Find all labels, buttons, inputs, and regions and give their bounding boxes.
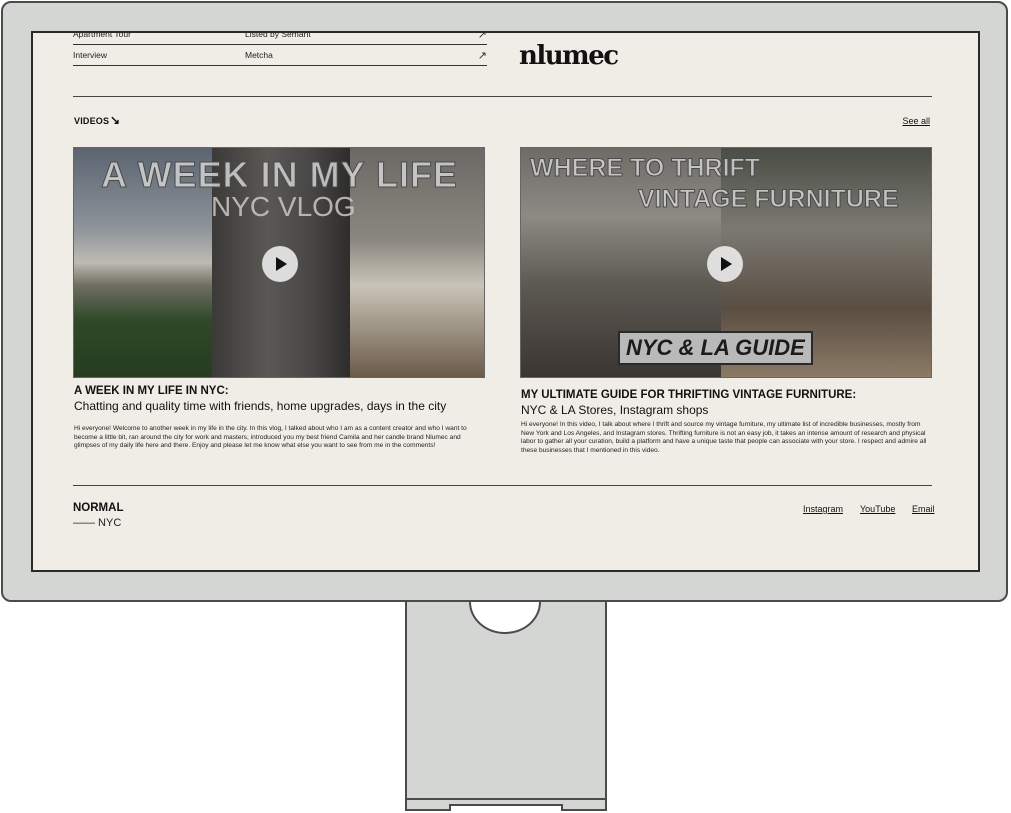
footer-location: —— NYC — [73, 517, 122, 529]
press-row[interactable]: Interview Metcha ↗ — [73, 45, 487, 66]
press-outlet: Listed by Semant — [245, 31, 311, 39]
play-icon[interactable] — [262, 246, 298, 282]
divider — [73, 96, 932, 97]
video-2-description: Hi everyone! In this video, I talk about… — [521, 421, 927, 454]
video-1-title[interactable]: A WEEK IN MY LIFE IN NYC: — [74, 385, 229, 397]
stand-foot-left — [405, 804, 451, 811]
brand-logo[interactable]: nlumec — [519, 41, 619, 71]
footer-link-instagram[interactable]: Instagram — [803, 504, 843, 514]
play-icon[interactable] — [707, 246, 743, 282]
footer-link-youtube[interactable]: YouTube — [860, 504, 895, 514]
video-thumbnail-2[interactable]: WHERE TO THRIFT VINTAGE FURNITURE NYC & … — [520, 147, 932, 378]
arrow-up-right-icon: ↗ — [477, 49, 487, 62]
video-2-subtitle: NYC & LA Stores, Instagram shops — [521, 403, 709, 417]
stand-foot-right — [561, 804, 607, 811]
video-1-subtitle: Chatting and quality time with friends, … — [74, 399, 447, 413]
thumb-overlay-badge: NYC & LA GUIDE — [618, 331, 813, 365]
arrow-up-right-icon: ↗ — [477, 31, 487, 41]
screen: Apartment Tour Listed by Semant ↗ Interv… — [31, 31, 980, 572]
thumb-overlay-title-line2: VINTAGE FURNITURE — [638, 185, 900, 214]
press-type: Apartment Tour — [73, 31, 131, 39]
arrow-down-right-icon: ↘ — [110, 113, 121, 127]
video-thumbnail-1[interactable]: A WEEK IN MY LIFE NYC VLOG — [73, 147, 485, 378]
footer-name: NORMAL — [73, 502, 124, 514]
see-all-link[interactable]: See all — [902, 116, 930, 126]
press-outlet: Metcha — [245, 50, 273, 60]
thumb-overlay-subtitle: NYC VLOG — [211, 191, 356, 222]
press-type: Interview — [73, 50, 108, 60]
thumb-overlay-title: A WEEK IN MY LIFE — [100, 154, 459, 196]
divider — [73, 485, 932, 486]
thumb-overlay-title-line1: WHERE TO THRIFT — [529, 154, 761, 183]
video-1-description: Hi everyone! Welcome to another week in … — [74, 425, 467, 450]
video-2-title[interactable]: MY ULTIMATE GUIDE FOR THRIFTING VINTAGE … — [521, 389, 856, 401]
footer-link-email[interactable]: Email — [912, 504, 935, 514]
videos-section-title: VIDEOS — [74, 116, 110, 126]
press-row[interactable]: Apartment Tour Listed by Semant ↗ — [73, 31, 487, 45]
